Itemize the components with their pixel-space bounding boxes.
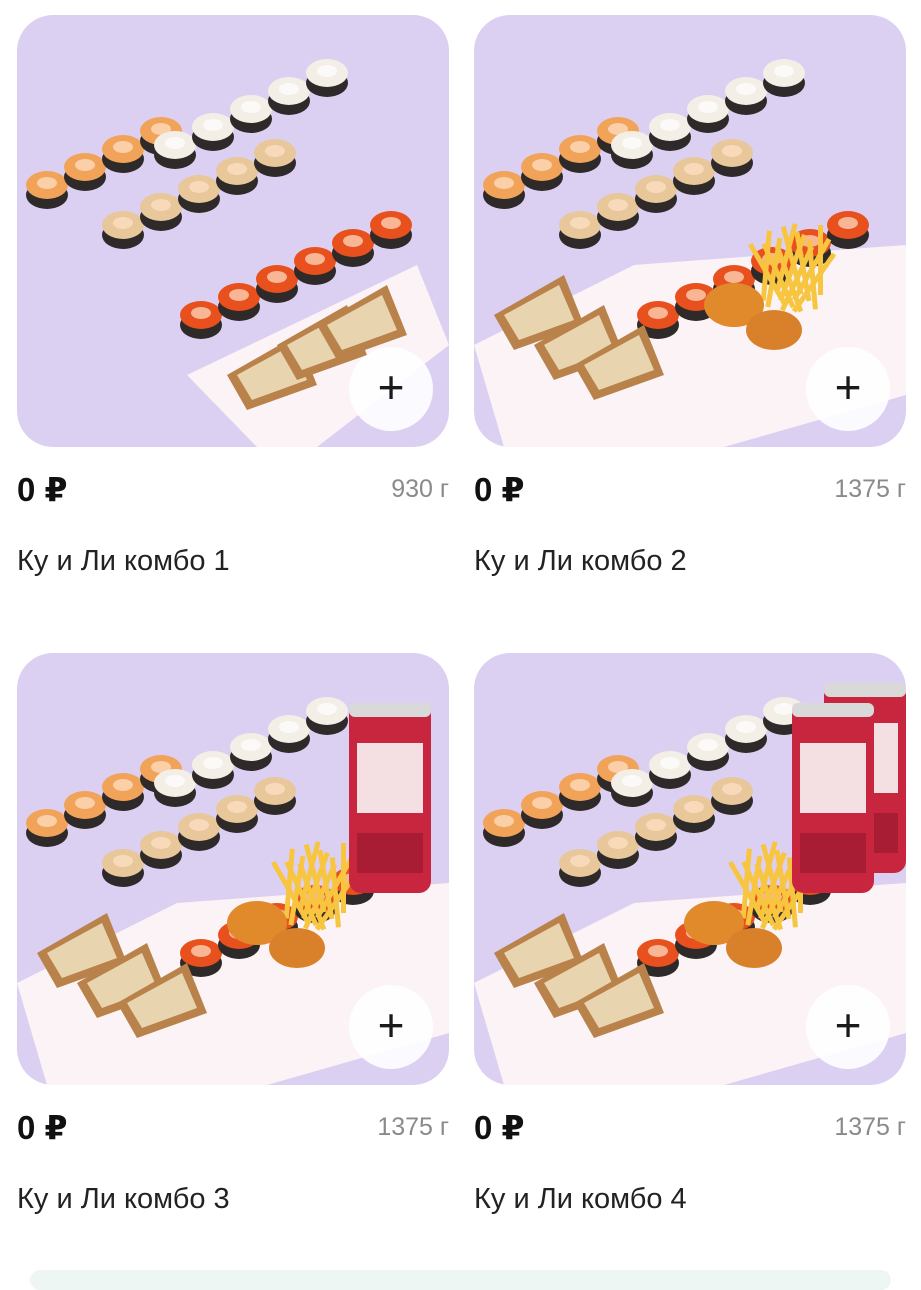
product-weight: 930 г <box>391 475 449 503</box>
price-row: 0 ₽ 930 г <box>17 470 449 509</box>
plus-icon: + <box>377 361 405 413</box>
price-row: 0 ₽ 1375 г <box>474 470 906 509</box>
product-name[interactable]: Ку и Ли комбо 2 <box>474 545 687 578</box>
product-price: 0 ₽ <box>17 1109 68 1146</box>
product-image[interactable]: + <box>474 653 906 1085</box>
product-price: 0 ₽ <box>474 1109 525 1146</box>
product-card[interactable]: + 0 ₽ 1375 г Ку и Ли комбо 4 <box>474 653 906 1215</box>
product-image[interactable]: + <box>17 15 449 447</box>
product-name[interactable]: Ку и Ли комбо 1 <box>17 545 230 578</box>
product-image[interactable]: + <box>474 15 906 447</box>
product-card[interactable]: + 0 ₽ 930 г Ку и Ли комбо 1 <box>17 15 449 577</box>
add-to-cart-button[interactable]: + <box>806 347 890 431</box>
add-to-cart-button[interactable]: + <box>806 985 890 1069</box>
product-image[interactable]: + <box>17 653 449 1085</box>
plus-icon: + <box>834 999 862 1051</box>
product-weight: 1375 г <box>834 1113 906 1141</box>
product-price: 0 ₽ <box>17 471 68 508</box>
plus-icon: + <box>834 361 862 413</box>
product-weight: 1375 г <box>834 475 906 503</box>
plus-icon: + <box>377 999 405 1051</box>
price-row: 0 ₽ 1375 г <box>17 1108 449 1147</box>
add-to-cart-button[interactable]: + <box>349 985 433 1069</box>
product-card[interactable]: + 0 ₽ 1375 г Ку и Ли комбо 2 <box>474 15 906 577</box>
cola-can <box>349 703 431 893</box>
product-price: 0 ₽ <box>474 471 525 508</box>
product-weight: 1375 г <box>377 1113 449 1141</box>
product-name[interactable]: Ку и Ли комбо 3 <box>17 1183 230 1216</box>
add-to-cart-button[interactable]: + <box>349 347 433 431</box>
product-name[interactable]: Ку и Ли комбо 4 <box>474 1183 687 1216</box>
bottom-cart-bar[interactable] <box>30 1270 891 1290</box>
product-card[interactable]: + 0 ₽ 1375 г Ку и Ли комбо 3 <box>17 653 449 1215</box>
price-row: 0 ₽ 1375 г <box>474 1108 906 1147</box>
cola-can <box>792 683 906 893</box>
